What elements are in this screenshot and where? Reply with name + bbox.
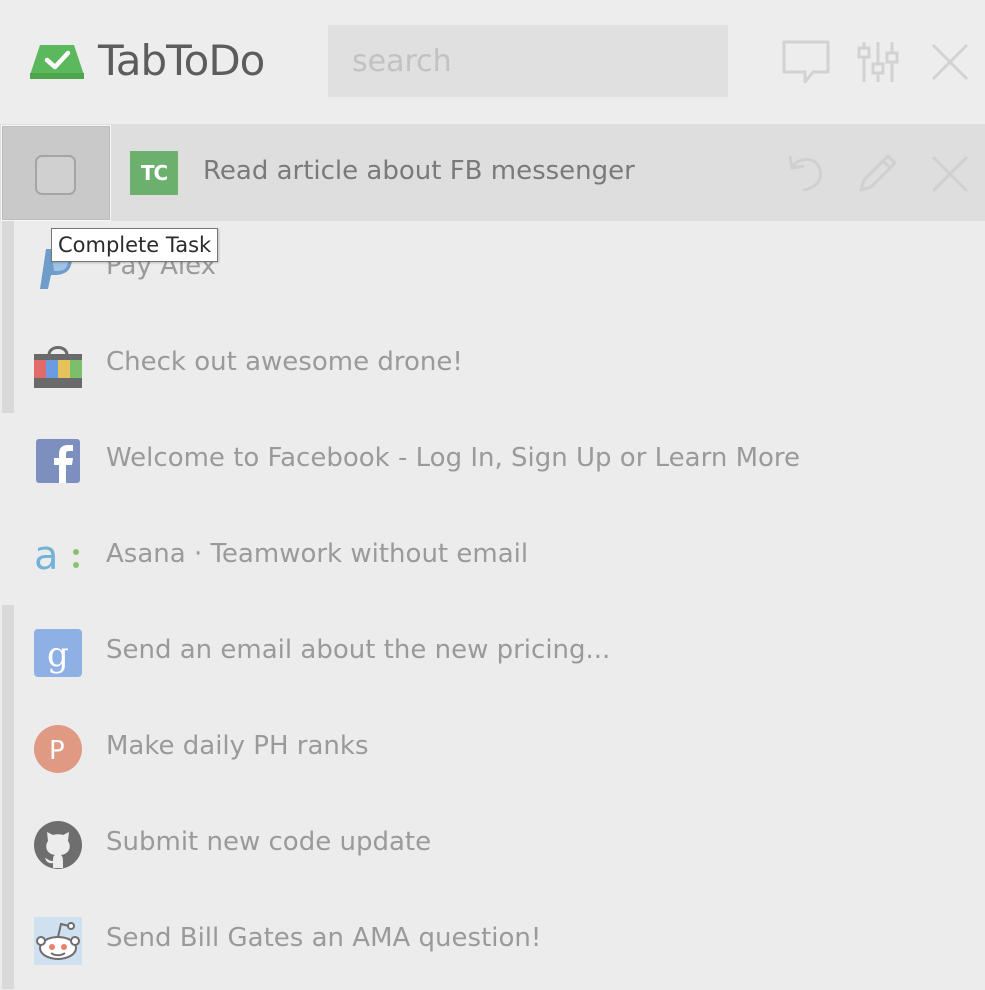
google-icon: g — [34, 629, 82, 677]
checkbox-icon[interactable] — [35, 155, 76, 195]
task-label[interactable]: Send Bill Gates an AMA question! — [106, 923, 541, 953]
task-row[interactable]: Send Bill Gates an AMA question! — [0, 893, 985, 989]
feedback-icon[interactable] — [781, 39, 831, 85]
task-row[interactable]: Check out awesome drone! — [0, 317, 985, 413]
techcrunch-icon: TC — [130, 151, 178, 195]
edit-icon[interactable] — [857, 152, 899, 194]
tooltip: Complete Task — [51, 228, 219, 262]
settings-sliders-icon[interactable] — [857, 40, 899, 84]
task-label[interactable]: Asana · Teamwork without email — [106, 539, 528, 569]
search-input[interactable] — [328, 25, 728, 97]
shopping-bag-icon — [34, 341, 82, 389]
tabtodo-logo-icon — [30, 41, 84, 79]
svg-text:g: g — [47, 635, 69, 675]
task-list: Pay Alex Check out awesome drone! Welcom… — [0, 221, 985, 989]
task-group-bar — [2, 797, 14, 893]
app-header: TabToDo — [0, 0, 985, 124]
reddit-icon — [34, 917, 82, 965]
task-group-bar — [2, 893, 14, 989]
close-icon[interactable] — [930, 42, 970, 82]
task-label[interactable]: Make daily PH ranks — [106, 731, 369, 761]
task-group-bar — [2, 605, 14, 701]
svg-text:P: P — [49, 736, 65, 766]
producthunt-icon: P — [34, 725, 82, 773]
complete-task-button[interactable] — [1, 125, 111, 221]
task-label[interactable]: Read article about FB messenger — [203, 156, 635, 186]
task-row[interactable]: Welcome to Facebook - Log In, Sign Up or… — [0, 413, 985, 509]
task-group-bar — [2, 701, 14, 797]
task-row[interactable]: P Make daily PH ranks — [0, 701, 985, 797]
task-row[interactable]: Submit new code update — [0, 797, 985, 893]
task-label[interactable]: Submit new code update — [106, 827, 431, 857]
svg-text:a: a — [34, 533, 59, 579]
task-label[interactable]: Check out awesome drone! — [106, 347, 463, 377]
undo-icon[interactable] — [787, 152, 827, 194]
task-group-bar — [2, 317, 14, 413]
asana-icon: a — [34, 533, 82, 581]
task-row[interactable]: g Send an email about the new pricing... — [0, 605, 985, 701]
task-group-bar — [2, 221, 14, 317]
facebook-icon — [34, 437, 82, 485]
task-row-active[interactable]: TC Read article about FB messenger — [0, 124, 985, 221]
task-label[interactable]: Send an email about the new pricing... — [106, 635, 610, 665]
task-row[interactable]: a Asana · Teamwork without email — [0, 509, 985, 605]
task-label[interactable]: Welcome to Facebook - Log In, Sign Up or… — [106, 443, 800, 473]
app-title: TabToDo — [98, 36, 265, 85]
github-icon — [34, 821, 82, 869]
delete-icon[interactable] — [930, 154, 970, 194]
